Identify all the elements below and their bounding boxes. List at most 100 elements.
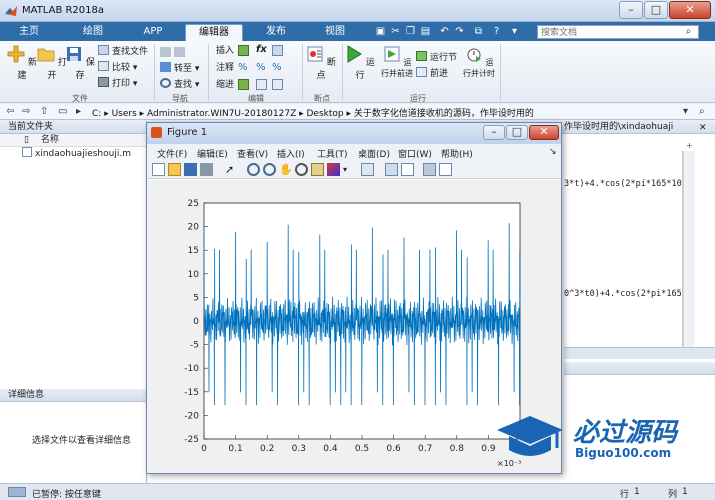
name-column-header[interactable]: 名称 bbox=[41, 135, 59, 145]
new-figure-icon[interactable] bbox=[152, 163, 165, 176]
figure-menu-window[interactable]: 窗口(W) bbox=[398, 147, 432, 160]
insert-button[interactable]: 插入 bbox=[216, 45, 234, 57]
figure-menu-view[interactable]: 查看(V) bbox=[237, 147, 268, 160]
run-button[interactable]: 运行 bbox=[344, 45, 376, 81]
advance-button[interactable]: 前进 bbox=[416, 67, 448, 79]
back-arrow-icon[interactable]: ⇦ bbox=[6, 106, 14, 117]
minimize-button[interactable]: – bbox=[619, 1, 643, 19]
editor-ribbon: 新建 打开 保存 查找文件 比较 ▾ 打印 ▾ 文件 转至 ▾ 查找 ▾ 导航 … bbox=[0, 41, 715, 103]
tab-plots[interactable]: 绘图 bbox=[70, 24, 116, 41]
print-label: 打印 bbox=[112, 79, 131, 89]
insert-function-icon[interactable]: fx bbox=[256, 44, 267, 55]
run-and-time-button[interactable]: 运行并计时 bbox=[462, 45, 496, 79]
y-tick-label: 25 bbox=[188, 199, 199, 209]
browse-folder-icon[interactable]: ▭ bbox=[58, 106, 67, 117]
data-cursor-icon[interactable] bbox=[311, 163, 324, 176]
hide-plot-tools-icon[interactable] bbox=[423, 163, 436, 176]
find-files-button[interactable]: 查找文件 bbox=[98, 45, 148, 57]
quick-access-dropdown-icon[interactable]: ▾ bbox=[508, 25, 521, 38]
tab-view[interactable]: 视图 bbox=[312, 24, 358, 41]
figure-menu-file[interactable]: 文件(F) bbox=[157, 147, 187, 160]
comment-button[interactable]: 注释 bbox=[216, 62, 234, 74]
figure-menu-desktop[interactable]: 桌面(D) bbox=[358, 147, 390, 160]
figure-menu-dock-icon[interactable]: ↘ bbox=[549, 147, 557, 157]
edit-plot-arrow-icon[interactable]: ➚ bbox=[225, 163, 238, 176]
switch-windows-icon[interactable]: ⧉ bbox=[472, 25, 485, 38]
search-icon[interactable]: ⌕ bbox=[682, 25, 695, 38]
show-plot-tools-icon[interactable] bbox=[439, 163, 452, 176]
decrease-indent-icon[interactable] bbox=[272, 79, 283, 90]
editor-tab-menu-icon[interactable]: + bbox=[686, 141, 693, 150]
address-segment[interactable]: Administrator.WIN7U-20180127Z bbox=[147, 109, 296, 119]
maximize-button[interactable]: □ bbox=[644, 1, 668, 19]
insert-section-icon[interactable] bbox=[238, 45, 249, 56]
zoom-out-icon[interactable] bbox=[263, 163, 276, 176]
link-plot-icon[interactable] bbox=[361, 163, 374, 176]
goto-button[interactable]: 转至 ▾ bbox=[160, 62, 199, 74]
help-quick-icon[interactable]: ? bbox=[490, 25, 503, 38]
figure-menu-help[interactable]: 帮助(H) bbox=[441, 147, 473, 160]
brush-dropdown-icon[interactable]: ▾ bbox=[343, 163, 356, 176]
cut-quick-icon[interactable]: ✂ bbox=[389, 25, 402, 38]
up-folder-icon[interactable]: ⇧ bbox=[40, 106, 48, 117]
address-segment[interactable]: Desktop bbox=[307, 109, 344, 119]
tab-apps[interactable]: APP bbox=[130, 24, 176, 41]
rotate-3d-icon[interactable] bbox=[295, 163, 308, 176]
figure-close-button[interactable]: ✕ bbox=[529, 125, 559, 140]
comment-percent-icon[interactable]: % bbox=[238, 62, 248, 73]
code-line[interactable]: 0^3*t0)+4.*cos(2*pi*165 bbox=[564, 289, 682, 299]
address-segment[interactable]: C: bbox=[92, 109, 101, 119]
file-list-item[interactable]: xindaohuajieshouji.m bbox=[0, 147, 146, 162]
insert-colorbar-icon[interactable] bbox=[385, 163, 398, 176]
figure-maximize-button[interactable]: □ bbox=[506, 125, 528, 140]
address-search-icon[interactable]: ⌕ bbox=[699, 106, 705, 117]
copy-quick-icon[interactable]: ❐ bbox=[404, 25, 417, 38]
figure-menu-tools[interactable]: 工具(T) bbox=[317, 147, 348, 160]
run-section-button[interactable]: 运行节 bbox=[416, 51, 457, 63]
smart-indent-icon[interactable] bbox=[238, 79, 249, 90]
wrap-comments-icon[interactable]: % bbox=[272, 62, 282, 73]
open-file-icon[interactable] bbox=[168, 163, 181, 176]
tab-editor[interactable]: 编辑器 bbox=[185, 24, 243, 41]
file-list-header[interactable]: ▯ 名称 bbox=[0, 134, 146, 147]
figure-minimize-button[interactable]: – bbox=[483, 125, 505, 140]
y-tick-label: -10 bbox=[184, 364, 199, 374]
pan-hand-icon[interactable]: ✋ bbox=[279, 163, 293, 176]
increase-indent-icon[interactable] bbox=[256, 79, 267, 90]
paste-quick-icon[interactable]: ▤ bbox=[419, 25, 432, 38]
redo-quick-icon[interactable]: ↷ bbox=[453, 25, 466, 38]
print-figure-icon[interactable] bbox=[200, 163, 213, 176]
uncomment-icon[interactable]: % bbox=[256, 62, 266, 73]
figure-menu-edit[interactable]: 编辑(E) bbox=[197, 147, 228, 160]
code-line[interactable]: 3*t)+4.*cos(2*pi*165*10 bbox=[564, 179, 682, 189]
editor-hscrollbar[interactable] bbox=[564, 347, 715, 359]
insert-menu-icon[interactable] bbox=[272, 45, 283, 56]
zoom-in-icon[interactable] bbox=[247, 163, 260, 176]
print-button[interactable]: 打印 ▾ bbox=[98, 77, 137, 89]
forward-arrow-icon[interactable]: ⇨ bbox=[22, 106, 30, 117]
new-button[interactable]: 新建 bbox=[6, 45, 38, 81]
breakpoints-button[interactable]: 断点 bbox=[305, 45, 337, 81]
run-and-advance-button[interactable]: 运行并前进 bbox=[380, 45, 414, 79]
compare-button[interactable]: 比较 ▾ bbox=[98, 61, 137, 73]
save-button[interactable]: 保存 bbox=[64, 45, 96, 81]
insert-legend-icon[interactable] bbox=[401, 163, 414, 176]
save-quick-icon[interactable]: ▣ bbox=[374, 25, 387, 38]
back-forward-nav[interactable] bbox=[160, 47, 188, 59]
editor-vscrollbar[interactable] bbox=[683, 151, 695, 347]
tab-home[interactable]: 主页 bbox=[6, 24, 52, 41]
save-figure-icon[interactable] bbox=[184, 163, 197, 176]
address-path[interactable]: C: ▸ Users ▸ Administrator.WIN7U-2018012… bbox=[92, 106, 534, 119]
undo-quick-icon[interactable]: ↶ bbox=[438, 25, 451, 38]
address-dropdown-icon[interactable]: ▾ bbox=[683, 106, 688, 117]
close-button[interactable]: ✕ bbox=[669, 1, 711, 19]
address-segment[interactable]: Users bbox=[112, 109, 137, 119]
figure-menu-insert[interactable]: 插入(I) bbox=[277, 147, 305, 160]
editor-close-icon[interactable]: ✕ bbox=[699, 123, 707, 133]
tab-publish[interactable]: 发布 bbox=[253, 24, 299, 41]
address-segment[interactable]: 关于数字化信道接收机的源码，作毕设时用的 bbox=[354, 109, 534, 119]
find-button[interactable]: 查找 ▾ bbox=[160, 78, 199, 90]
search-documentation-input[interactable] bbox=[537, 25, 699, 39]
brush-icon[interactable] bbox=[327, 163, 340, 176]
indent-button[interactable]: 缩进 bbox=[216, 79, 234, 91]
